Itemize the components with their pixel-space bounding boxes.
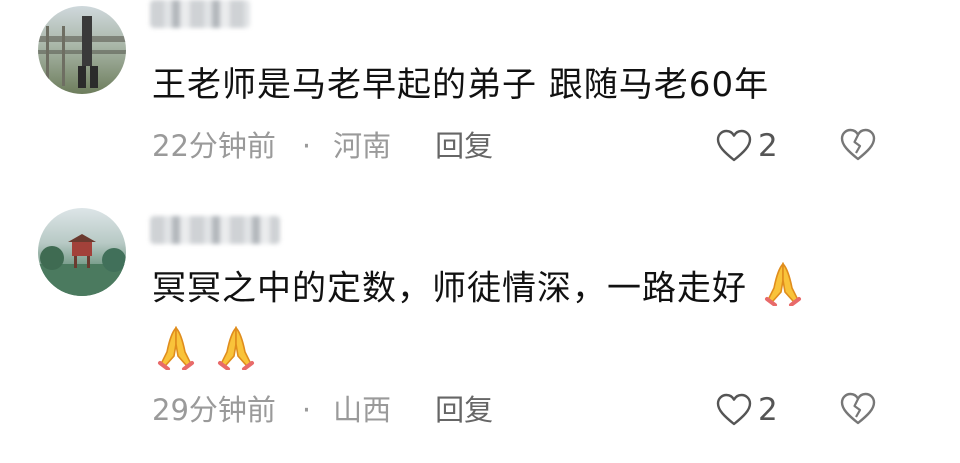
comment-time: 29分钟前	[152, 393, 276, 427]
meta-separator: ·	[301, 393, 312, 427]
comment-text: 冥冥之中的定数，师徒情深，一路走好	[152, 258, 900, 386]
heart-icon	[716, 393, 752, 426]
broken-heart-icon	[840, 392, 876, 425]
comment-meta: 29分钟前 · 山西 回复	[152, 390, 493, 430]
comment-text-body: 冥冥之中的定数，师徒情深，一路走好	[152, 268, 747, 309]
folded-hands-icon	[212, 322, 260, 386]
username-blurred[interactable]	[150, 216, 280, 244]
reply-button[interactable]: 回复	[435, 126, 493, 166]
comment-text: 王老师是马老早起的弟子 跟随马老60年	[152, 65, 770, 105]
like-count: 2	[758, 392, 778, 428]
heart-icon	[716, 129, 752, 162]
comment-item: 冥冥之中的定数，师徒情深，一路走好 29分钟前 · 山西 回复 2	[0, 190, 960, 463]
comment-time: 22分钟前	[152, 129, 276, 163]
comment-location: 河南	[333, 129, 392, 163]
like-button[interactable]: 2	[716, 126, 778, 166]
dislike-button[interactable]	[840, 392, 876, 428]
folded-hands-icon	[152, 322, 200, 386]
like-count: 2	[758, 128, 778, 164]
like-button[interactable]: 2	[716, 390, 778, 430]
reply-button[interactable]: 回复	[435, 390, 493, 430]
comment-location: 山西	[333, 393, 392, 427]
avatar-photo	[38, 16, 126, 88]
meta-separator: ·	[301, 129, 312, 163]
broken-heart-icon	[840, 128, 876, 161]
comment-meta: 22分钟前 · 河南 回复	[152, 126, 493, 166]
dislike-button[interactable]	[840, 128, 876, 164]
username-blurred[interactable]	[150, 0, 250, 28]
avatar-photo	[38, 234, 126, 296]
comment-item: 王老师是马老早起的弟子 跟随马老60年 22分钟前 · 河南 回复 2	[0, 0, 960, 190]
avatar[interactable]	[38, 208, 126, 296]
folded-hands-icon	[759, 258, 807, 322]
avatar[interactable]	[38, 6, 126, 94]
